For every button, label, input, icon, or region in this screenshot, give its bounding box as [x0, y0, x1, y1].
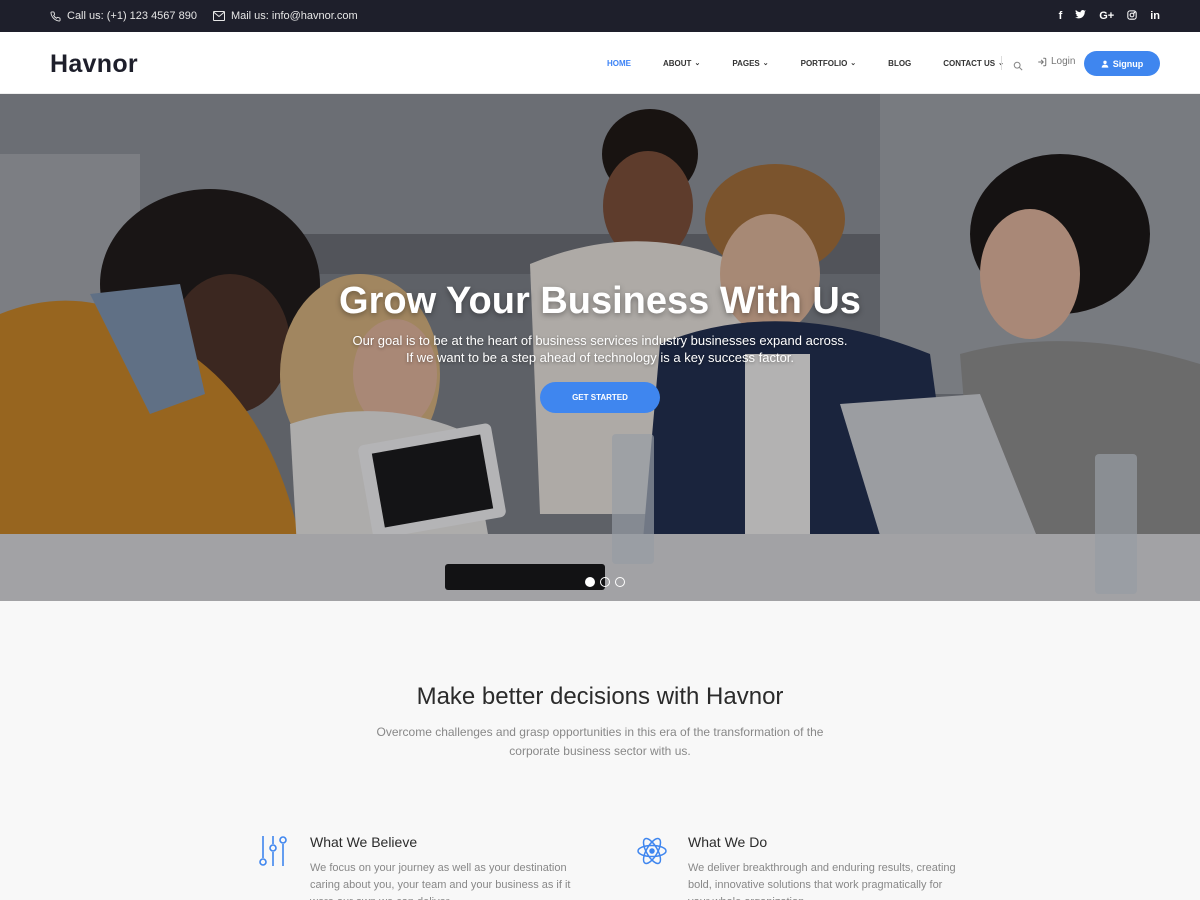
top-bar: Call us: (+1) 123 4567 890 Mail us: info… [0, 0, 1200, 32]
nav-divider [1001, 56, 1002, 70]
feature-text: We focus on your journey as well as your… [310, 862, 571, 900]
email-contact[interactable]: Mail us: info@havnor.com [212, 10, 358, 22]
hero-subtitle: Our goal is to be at the heart of busine… [0, 332, 1200, 366]
section-subtitle: Overcome challenges and grasp opportunit… [376, 725, 824, 758]
login-icon [1038, 57, 1047, 66]
feature-title: What We Believe [310, 834, 418, 850]
feature-text: We deliver breakthrough and enduring res… [688, 862, 956, 900]
hero-title: Grow Your Business With Us [339, 280, 861, 322]
chevron-down-icon: ⌄ [694, 60, 701, 67]
chevron-down-icon: ⌄ [762, 60, 769, 67]
login-link[interactable]: Login [1037, 56, 1075, 67]
get-started-button[interactable]: GET STARTED [540, 382, 660, 413]
nav-item-about[interactable]: ABOUT ⌄ [663, 59, 700, 68]
phone-text: Call us: (+1) 123 4567 890 [67, 10, 197, 22]
slider-dot-1[interactable] [585, 577, 595, 587]
hero-subtitle-line1: Our goal is to be at the heart of busine… [352, 333, 848, 348]
nav-menu: HOME ABOUT ⌄ PAGES ⌄ PORTFOLIO ⌄ BLOG CONTA… [607, 32, 1036, 94]
email-text: Mail us: info@havnor.com [230, 10, 358, 22]
hero-slider: Grow Your Business With Us Our goal is t… [0, 94, 1200, 601]
linkedin-icon[interactable]: in [1150, 10, 1160, 22]
signup-button[interactable]: Signup [1084, 51, 1160, 76]
slider-dot-2[interactable] [600, 577, 610, 587]
nav-item-contact[interactable]: CONTACT US⌄ [943, 59, 1004, 68]
site-logo[interactable]: Havnor [50, 50, 138, 79]
main-navbar: Havnor HOME ABOUT ⌄ PAGES ⌄ PORTFOLIO ⌄ BLO… [0, 32, 1200, 94]
feature-title: What We Do [688, 834, 768, 850]
phone-icon [50, 10, 61, 21]
nav-item-pages[interactable]: PAGES ⌄ [732, 59, 768, 68]
atom-icon [636, 834, 668, 873]
google-plus-icon[interactable]: G+ [1099, 10, 1114, 22]
slider-dots [585, 577, 630, 587]
nav-item-blog[interactable]: BLOG [888, 59, 911, 68]
slider-dot-3[interactable] [615, 577, 625, 587]
user-icon [1101, 60, 1109, 68]
hero-subtitle-line2: If we want to be a step ahead of technol… [405, 350, 795, 365]
sliders-icon [258, 834, 288, 873]
nav-item-home[interactable]: HOME [607, 59, 631, 68]
contact-info: Call us: (+1) 123 4567 890 Mail us: info… [50, 0, 374, 32]
facebook-icon[interactable]: f [1059, 10, 1063, 22]
phone-contact[interactable]: Call us: (+1) 123 4567 890 [50, 10, 197, 22]
social-links: f G+ in [1046, 0, 1160, 32]
twitter-icon[interactable] [1075, 10, 1087, 22]
instagram-icon[interactable] [1127, 9, 1137, 23]
features-section: Make better decisions with Havnor Overco… [0, 601, 1200, 900]
mail-icon [212, 11, 225, 21]
search-icon[interactable] [1013, 58, 1023, 76]
nav-item-portfolio[interactable]: PORTFOLIO ⌄ [801, 59, 857, 68]
section-title: Make better decisions with Havnor [416, 683, 784, 710]
chevron-down-icon: ⌄ [850, 60, 857, 67]
